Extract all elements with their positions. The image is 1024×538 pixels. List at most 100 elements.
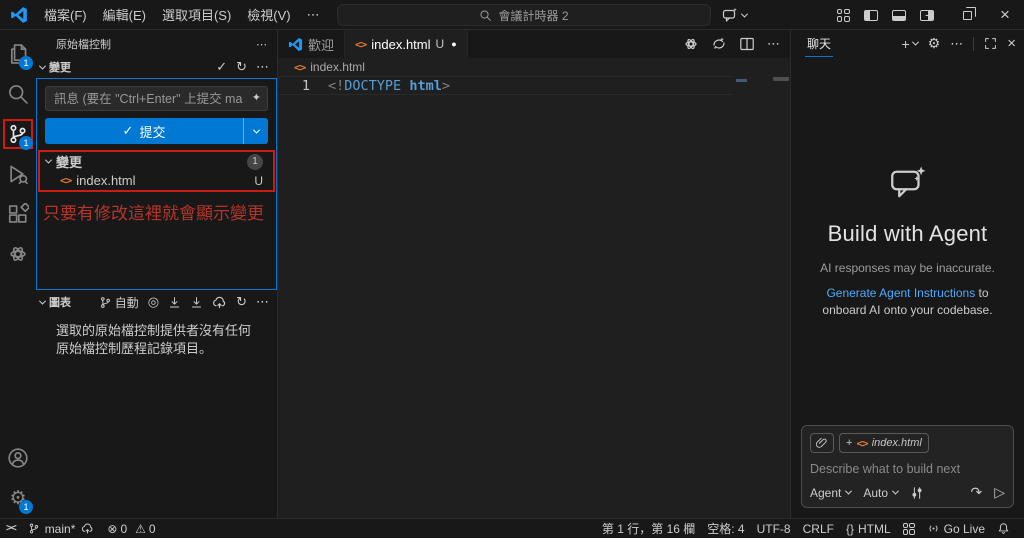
- restore-button[interactable]: [948, 0, 986, 30]
- customize-layout-icon[interactable]: [832, 4, 854, 26]
- more-actions-icon[interactable]: ⋯: [256, 38, 267, 51]
- activity-openai[interactable]: [0, 234, 36, 274]
- context-chip-current-file[interactable]: + <> index.html: [839, 433, 929, 453]
- chat-model-dropdown[interactable]: Auto: [863, 486, 898, 500]
- indentation-status[interactable]: 空格: 4: [701, 520, 750, 537]
- activity-extensions[interactable]: [0, 194, 36, 234]
- copilot-edits-icon[interactable]: [711, 36, 727, 52]
- activity-explorer[interactable]: 1: [0, 34, 36, 74]
- dirty-indicator-icon[interactable]: ●: [451, 39, 456, 49]
- attach-context-button[interactable]: [810, 433, 834, 453]
- more-actions-icon[interactable]: ⋯: [950, 36, 963, 52]
- scrollbar[interactable]: [772, 76, 790, 518]
- publish-cloud-icon[interactable]: [212, 295, 227, 310]
- split-editor-icon[interactable]: [739, 36, 755, 52]
- send-icon[interactable]: ▷: [994, 484, 1005, 501]
- generate-commit-message-icon[interactable]: ✦: [252, 91, 261, 104]
- eol-status[interactable]: CRLF: [797, 522, 840, 536]
- divider: [973, 37, 974, 51]
- commit-dropdown-button[interactable]: [243, 118, 268, 144]
- minimize-button[interactable]: −: [910, 0, 948, 30]
- menu-view[interactable]: 檢視(V): [239, 4, 298, 26]
- tab-index-html[interactable]: <> index.html U ●: [345, 30, 468, 58]
- generate-agent-instructions-link[interactable]: Generate Agent Instructions: [826, 286, 975, 300]
- breadcrumb[interactable]: <> index.html: [278, 58, 790, 76]
- code-editor[interactable]: 1 <!DOCTYPE html>: [278, 76, 790, 518]
- ports-status[interactable]: [897, 523, 921, 535]
- sidebar-source-control: 原始檔控制 ⋯ 變更 ✓ ↻ ⋯ ✦ ✓ 提交: [36, 30, 278, 518]
- untracked-status-label: U: [436, 37, 445, 51]
- changes-section-header[interactable]: 變更 ✓ ↻ ⋯: [36, 56, 277, 78]
- chevron-down-icon: [912, 39, 919, 46]
- changed-file-row[interactable]: <> index.html U: [40, 171, 273, 190]
- menu-more[interactable]: ⋯: [299, 4, 328, 26]
- openai-icon[interactable]: [683, 36, 699, 52]
- branch-status[interactable]: main*: [22, 522, 102, 536]
- language-label: HTML: [858, 522, 891, 536]
- refresh-icon[interactable]: ↻: [236, 294, 247, 310]
- activity-search[interactable]: [0, 74, 36, 114]
- close-button[interactable]: ×: [986, 0, 1024, 30]
- pull-icon[interactable]: [190, 296, 203, 309]
- chat-input-box[interactable]: + <> index.html Agent Auto ↷ ▷: [801, 425, 1014, 508]
- tab-welcome-label: 歡迎: [308, 35, 334, 54]
- copilot-menu-button[interactable]: [722, 4, 747, 26]
- command-center-search[interactable]: 會議計時器 2: [337, 4, 711, 26]
- toggle-panel-icon[interactable]: [888, 4, 910, 26]
- chevron-down-icon: [39, 297, 46, 304]
- close-panel-icon[interactable]: ×: [1007, 35, 1016, 52]
- more-actions-icon[interactable]: ⋯: [256, 59, 269, 75]
- graph-auto-button[interactable]: 自動: [99, 294, 139, 311]
- refresh-icon[interactable]: ↻: [236, 59, 247, 75]
- brackets-icon: {}: [846, 522, 854, 536]
- chat-model-label: Auto: [863, 486, 888, 500]
- maximize-panel-icon[interactable]: [984, 37, 997, 50]
- graph-section-label: 圖表: [49, 294, 71, 310]
- tools-icon[interactable]: [910, 486, 924, 500]
- plus-icon: +: [901, 36, 909, 52]
- menu-file[interactable]: 檔案(F): [36, 4, 95, 26]
- untracked-status-label: U: [254, 174, 263, 188]
- menu-selection[interactable]: 選取項目(S): [154, 4, 239, 26]
- commit-message-input[interactable]: [45, 86, 268, 111]
- chat-mode-label: Agent: [810, 486, 841, 500]
- encoding-status[interactable]: UTF-8: [751, 522, 797, 536]
- graph-section-header[interactable]: 圖表 自動 ◎ ↻ ⋯: [36, 291, 277, 313]
- chevron-down-icon: [741, 10, 748, 17]
- context-chip-label: index.html: [872, 437, 922, 449]
- tab-welcome[interactable]: 歡迎: [278, 30, 345, 58]
- chat-mode-dropdown[interactable]: Agent: [810, 486, 851, 500]
- redo-icon[interactable]: ↷: [970, 484, 982, 501]
- minimap[interactable]: [734, 76, 772, 518]
- chat-sparkle-icon: [887, 163, 929, 205]
- commit-check-icon[interactable]: ✓: [216, 59, 227, 75]
- target-icon[interactable]: ◎: [148, 294, 159, 310]
- changes-section-label: 變更: [49, 59, 71, 75]
- vscode-logo-icon: [10, 6, 28, 24]
- fetch-icon[interactable]: [168, 296, 181, 309]
- more-actions-icon[interactable]: ⋯: [256, 294, 269, 310]
- tab-chat[interactable]: 聊天: [805, 30, 833, 57]
- chevron-down-icon: [892, 488, 899, 495]
- toggle-sidebar-icon[interactable]: [860, 4, 882, 26]
- chevron-down-icon: [45, 157, 52, 164]
- chat-onboard-text: Generate Agent Instructions to onboard A…: [809, 285, 1006, 319]
- changes-group-row[interactable]: 變更 1: [40, 152, 273, 171]
- new-chat-button[interactable]: +: [901, 36, 917, 52]
- activity-run-debug[interactable]: [0, 154, 36, 194]
- language-mode-status[interactable]: {} HTML: [840, 522, 897, 536]
- activity-source-control[interactable]: 1: [0, 114, 36, 154]
- problems-status[interactable]: ⊗ 0 ⚠ 0: [101, 522, 161, 536]
- activity-account[interactable]: [0, 438, 36, 478]
- cursor-position-status[interactable]: 第 1 行，第 16 欄: [596, 520, 701, 537]
- activity-settings[interactable]: ⚙ 1: [0, 478, 36, 518]
- menu-edit[interactable]: 編輯(E): [95, 4, 154, 26]
- go-live-status[interactable]: Go Live: [921, 522, 991, 536]
- chat-prompt-input[interactable]: [810, 462, 1005, 476]
- code-token: <!: [328, 78, 344, 94]
- chat-settings-gear-icon[interactable]: ⚙: [928, 35, 941, 52]
- remote-indicator[interactable]: ><: [0, 523, 22, 534]
- commit-button[interactable]: ✓ 提交: [45, 118, 268, 144]
- more-actions-icon[interactable]: ⋯: [767, 36, 780, 52]
- notifications-status[interactable]: [991, 522, 1016, 535]
